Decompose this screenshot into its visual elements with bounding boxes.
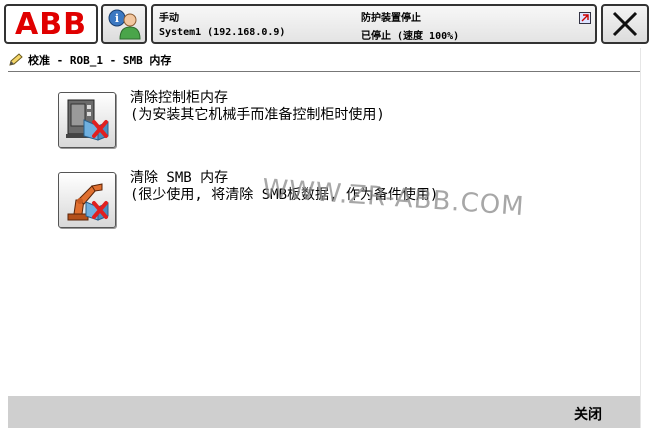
status-panel[interactable]: 手动 System1 (192.168.0.9) 防护装置停止 已停止 (速度 …	[151, 4, 597, 44]
controller-cabinet-clear-icon[interactable]	[58, 92, 116, 148]
main-content: 清除控制柜内存 (为安装其它机械手而准备控制柜时使用) 清除 SMB 内存 (很…	[8, 72, 640, 394]
abb-menu-button[interactable]: ABB	[4, 4, 98, 44]
info-user-button[interactable]: i	[101, 4, 147, 44]
pencil-icon	[9, 53, 23, 66]
close-x-icon	[612, 11, 638, 37]
run-status: 已停止 (速度 100%)	[361, 31, 460, 42]
guard-status: 防护装置停止	[361, 13, 421, 24]
clear-controller-memory-item[interactable]: 清除控制柜内存 (为安装其它机械手而准备控制柜时使用)	[58, 90, 558, 152]
close-window-button[interactable]	[601, 4, 649, 44]
info-user-icon: i	[108, 9, 141, 40]
menu-item-title: 清除控制柜内存	[130, 90, 228, 106]
operating-mode: 手动	[159, 13, 179, 24]
breadcrumb-text: 校准 - ROB_1 - SMB 内存	[28, 54, 172, 67]
close-button[interactable]: 关闭	[574, 404, 602, 424]
top-bar: ABB i 手动 System1 (192.168.0.9) 防护装置停止 已停…	[0, 0, 655, 48]
status-window-icon	[579, 12, 591, 24]
abb-logo: ABB	[15, 6, 87, 42]
system-name: System1 (192.168.0.9)	[159, 27, 286, 38]
bottom-command-bar: 关闭	[8, 396, 640, 428]
right-gutter	[640, 48, 655, 428]
menu-item-subtitle: (为安装其它机械手而准备控制柜时使用)	[130, 107, 385, 123]
robot-smb-clear-icon[interactable]	[58, 172, 116, 228]
breadcrumb: 校准 - ROB_1 - SMB 内存	[8, 50, 640, 70]
svg-text:i: i	[115, 12, 119, 25]
